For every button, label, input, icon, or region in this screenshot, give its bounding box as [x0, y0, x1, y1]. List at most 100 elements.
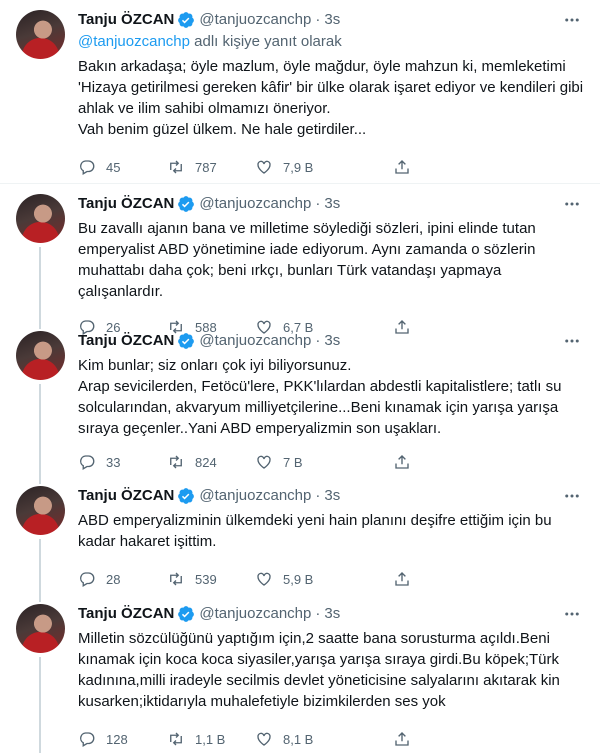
timestamp[interactable]: 3s — [324, 10, 340, 30]
author-handle[interactable]: @tanjuozcanchp — [199, 10, 311, 30]
reply-button[interactable]: 45 — [78, 158, 167, 176]
tweet[interactable]: Tanju ÖZCAN @tanjuozcanchp · 3s ABD empe… — [0, 476, 600, 594]
tweet-text: Bu zavallı ajanın bana ve milletime söyl… — [78, 220, 536, 300]
replying-to: @tanjuozcanchp adlı kişiye yanıt olarak — [78, 32, 584, 52]
timestamp[interactable]: 3s — [324, 331, 340, 351]
like-icon — [257, 732, 271, 746]
author-handle[interactable]: @tanjuozcanchp — [199, 194, 311, 214]
tweet-header: Tanju ÖZCAN @tanjuozcanchp · 3s — [78, 476, 584, 506]
replying-to-link[interactable]: @tanjuozcanchp — [78, 33, 190, 50]
like-icon — [257, 455, 271, 469]
separator: · — [315, 605, 321, 622]
retweet-icon — [170, 455, 182, 469]
avatar[interactable] — [16, 604, 65, 653]
author-name[interactable]: Tanju ÖZCAN — [78, 194, 174, 214]
reply-count: 128 — [106, 731, 128, 747]
thread-line — [39, 539, 41, 594]
share-icon — [395, 160, 409, 174]
author-handle[interactable]: @tanjuozcanchp — [199, 486, 311, 506]
like-count: 8,1 B — [283, 731, 314, 747]
like-icon — [257, 572, 271, 586]
verified-badge-icon — [178, 333, 195, 349]
author-name[interactable]: Tanju ÖZCAN — [78, 486, 174, 506]
author-name[interactable]: Tanju ÖZCAN — [78, 331, 174, 351]
tweet-header: Tanju ÖZCAN @tanjuozcanchp · 3s — [78, 321, 584, 351]
verified-badge-icon — [178, 196, 195, 212]
tweet[interactable]: Tanju ÖZCAN @tanjuozcanchp · 3s @tanjuoz… — [0, 0, 600, 184]
avatar[interactable] — [16, 486, 65, 535]
thread-line — [39, 657, 41, 753]
retweet-count: 787 — [195, 159, 217, 175]
timestamp[interactable]: 3s — [324, 194, 340, 214]
reply-icon — [80, 160, 95, 175]
retweet-count: 1,1 B — [195, 731, 226, 747]
retweet-button[interactable]: 787 — [167, 158, 255, 176]
author-handle[interactable]: @tanjuozcanchp — [199, 604, 311, 624]
reply-button[interactable]: 128 — [78, 730, 167, 748]
separator: · — [315, 487, 321, 504]
author-handle[interactable]: @tanjuozcanchp — [199, 331, 311, 351]
like-button[interactable]: 7,9 B — [255, 158, 393, 176]
separator: · — [315, 332, 321, 349]
tweet[interactable]: Tanju ÖZCAN @tanjuozcanchp · 3s Bu zaval… — [0, 184, 600, 335]
share-icon — [395, 455, 409, 469]
reply-button[interactable]: 28 — [78, 570, 167, 588]
tweet-actions: 128 1,1 B 8,1 B — [78, 729, 584, 749]
tweet-header: Tanju ÖZCAN @tanjuozcanchp · 3s — [78, 184, 584, 214]
separator: · — [315, 195, 321, 212]
reply-icon — [80, 732, 95, 747]
reply-count: 28 — [106, 571, 121, 587]
share-button[interactable] — [393, 158, 421, 176]
timestamp[interactable]: 3s — [324, 486, 340, 506]
tweet-actions: 28 539 5,9 B — [78, 569, 584, 589]
like-icon — [257, 160, 271, 174]
tweet-text: Milletin sözcülüğünü yaptığım için,2 saa… — [78, 630, 560, 710]
share-icon — [395, 732, 409, 746]
more-icon[interactable] — [562, 333, 582, 349]
more-icon[interactable] — [562, 12, 582, 28]
like-button[interactable]: 5,9 B — [255, 570, 393, 588]
timestamp[interactable]: 3s — [324, 604, 340, 624]
tweet-text: Kim bunlar; siz onları çok iyi biliyorsu… — [78, 357, 562, 437]
share-button[interactable] — [393, 570, 421, 588]
retweet-count: 824 — [195, 454, 217, 470]
tweet-text: ABD emperyalizminin ülkemdeki yeni hain … — [78, 512, 552, 550]
avatar[interactable] — [16, 10, 65, 59]
verified-badge-icon — [178, 488, 195, 504]
reply-button[interactable]: 33 — [78, 453, 167, 471]
tweet-actions: 33 824 7 B — [78, 452, 584, 472]
retweet-button[interactable]: 539 — [167, 570, 255, 588]
retweet-count: 539 — [195, 571, 217, 587]
retweet-button[interactable]: 824 — [167, 453, 255, 471]
retweet-button[interactable]: 1,1 B — [167, 730, 255, 748]
like-count: 5,9 B — [283, 571, 314, 587]
avatar[interactable] — [16, 194, 65, 243]
reply-count: 45 — [106, 159, 121, 175]
more-icon[interactable] — [562, 196, 582, 212]
share-button[interactable] — [393, 730, 421, 748]
reply-icon — [80, 455, 95, 470]
tweet-header: Tanju ÖZCAN @tanjuozcanchp · 3s — [78, 594, 584, 624]
tweet[interactable]: Tanju ÖZCAN @tanjuozcanchp · 3s Kim bunl… — [0, 321, 600, 476]
replying-to-suffix: adlı kişiye yanıt olarak — [189, 33, 342, 50]
author-name[interactable]: Tanju ÖZCAN — [78, 604, 174, 624]
tweet[interactable]: Tanju ÖZCAN @tanjuozcanchp · 3s Milletin… — [0, 594, 600, 753]
thread-line — [39, 476, 41, 484]
avatar[interactable] — [16, 331, 65, 380]
verified-badge-icon — [178, 606, 195, 622]
tweet-text: Bakın arkadaşa; öyle mazlum, öyle mağdur… — [78, 58, 584, 138]
more-icon[interactable] — [562, 488, 582, 504]
like-button[interactable]: 7 B — [255, 453, 393, 471]
separator: · — [315, 11, 321, 28]
share-button[interactable] — [393, 453, 421, 471]
reply-icon — [80, 572, 95, 587]
thread-line — [39, 384, 41, 476]
like-button[interactable]: 8,1 B — [255, 730, 393, 748]
author-name[interactable]: Tanju ÖZCAN — [78, 10, 174, 30]
retweet-icon — [170, 732, 182, 746]
more-icon[interactable] — [562, 606, 582, 622]
thread-line — [39, 594, 41, 602]
like-count: 7,9 B — [283, 159, 314, 175]
verified-badge-icon — [178, 12, 195, 28]
share-icon — [395, 572, 409, 586]
